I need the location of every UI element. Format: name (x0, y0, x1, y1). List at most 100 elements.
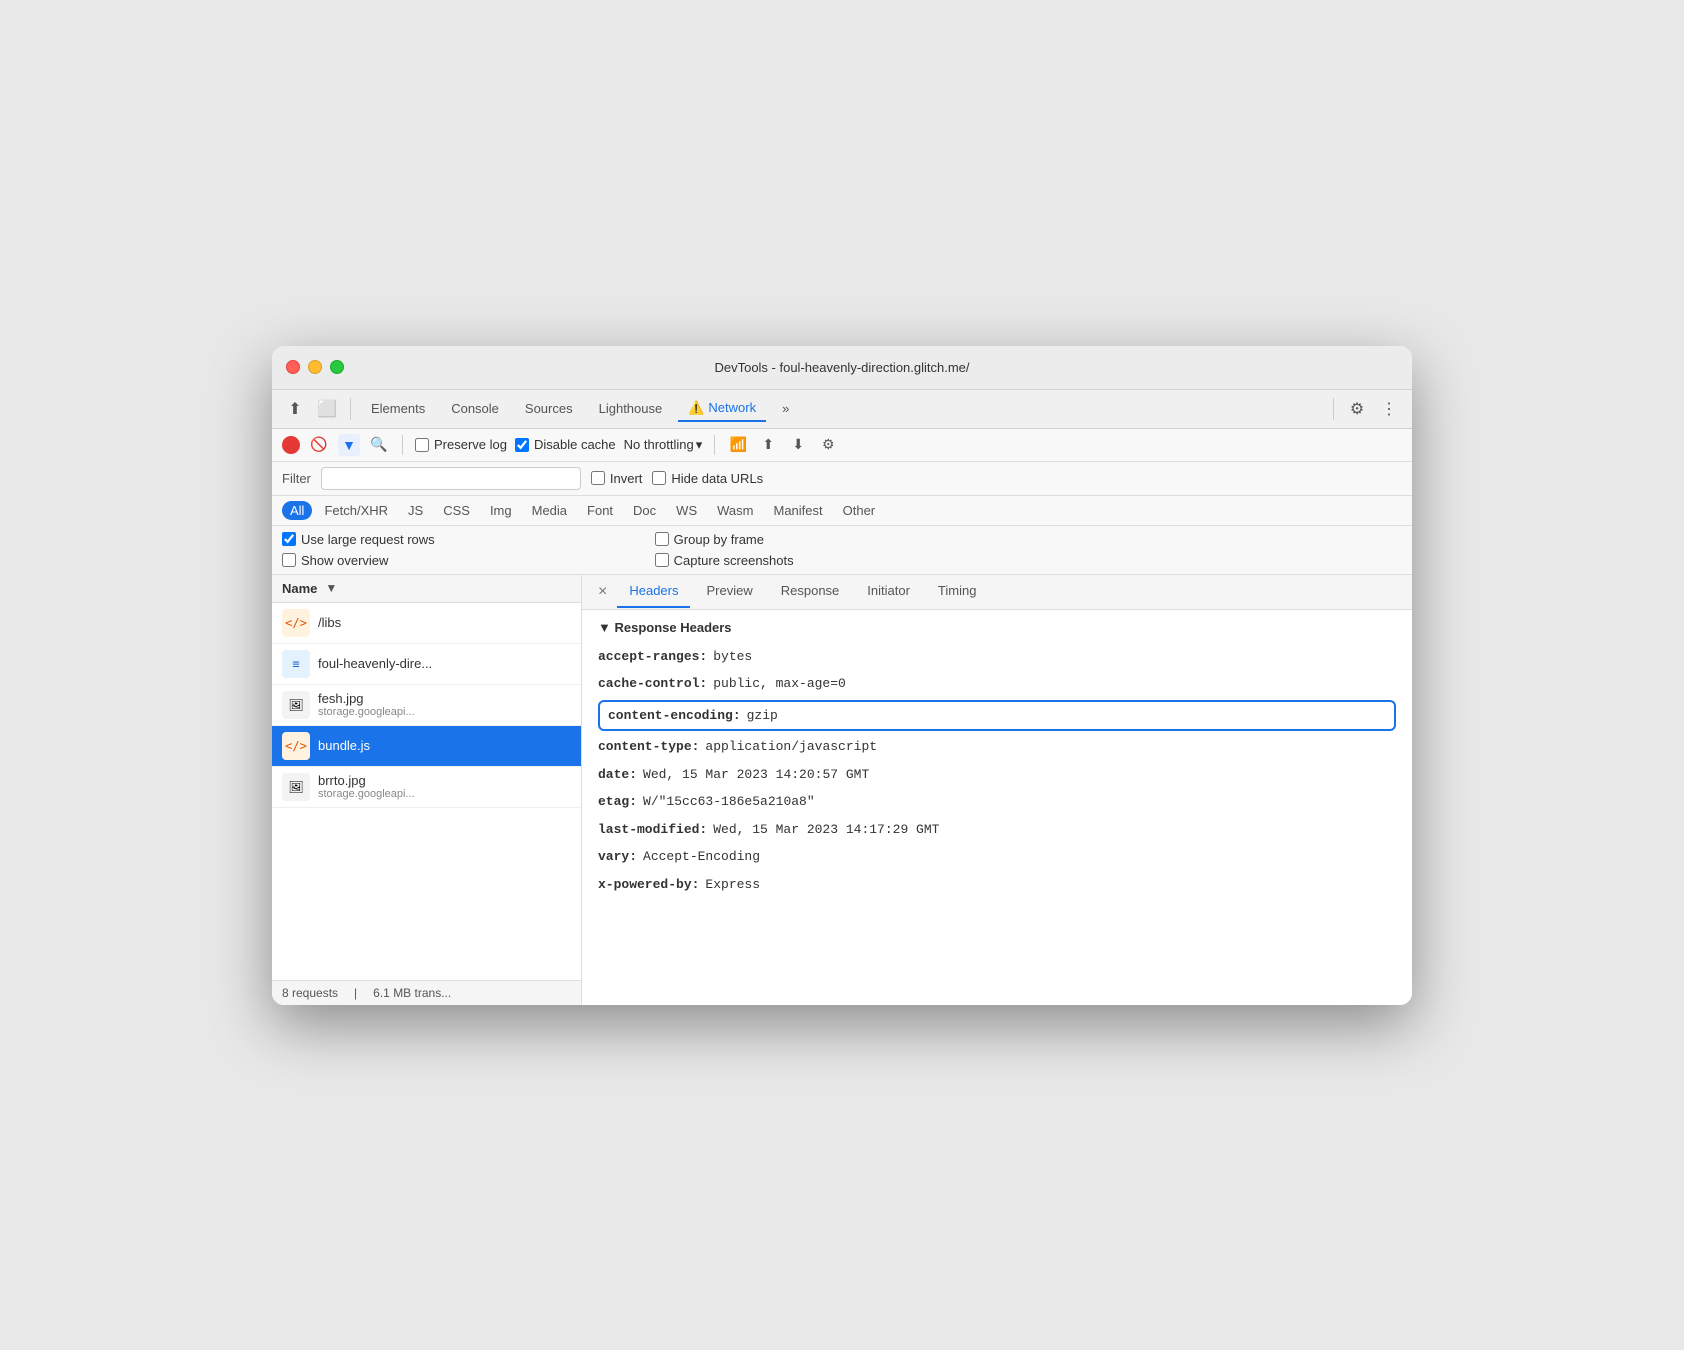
filter-input-row: Filter Invert Hide data URLs (272, 462, 1412, 496)
window-title: DevTools - foul-heavenly-direction.glitc… (714, 360, 969, 375)
type-btn-doc[interactable]: Doc (625, 501, 664, 520)
tab-elements[interactable]: Elements (361, 397, 435, 420)
header-row-5: etag: W/"15cc63-186e5a210a8" (598, 788, 1396, 816)
upload-icon[interactable]: ⬆ (757, 434, 779, 456)
detail-tab-timing[interactable]: Timing (926, 575, 989, 608)
hide-data-urls-label[interactable]: Hide data URLs (652, 471, 763, 486)
header-key-4: date: (598, 765, 637, 785)
file-info-foul-heavenly: foul-heavenly-dire... (318, 656, 571, 671)
header-val-3: application/javascript (705, 737, 877, 757)
group-by-frame-checkbox[interactable] (655, 532, 669, 546)
type-btn-ws[interactable]: WS (668, 501, 705, 520)
type-btn-fetch_xhr[interactable]: Fetch/XHR (316, 501, 396, 520)
tab-more[interactable]: » (772, 397, 799, 420)
record-button[interactable] (282, 436, 300, 454)
download-icon[interactable]: ⬇ (787, 434, 809, 456)
type-btn-font[interactable]: Font (579, 501, 621, 520)
options-right: Group by frame Capture screenshots (655, 532, 794, 568)
sort-arrow-icon: ▼ (325, 581, 337, 595)
preserve-log-checkbox[interactable] (415, 438, 429, 452)
header-val-6: Wed, 15 Mar 2023 14:17:29 GMT (713, 820, 939, 840)
tab-lighthouse[interactable]: Lighthouse (589, 397, 673, 420)
file-item-fesh-jpg[interactable]: 🖼 fesh.jpg storage.googleapi... (272, 685, 581, 726)
headers-content: ▼ Response Headers accept-ranges: bytesc… (582, 610, 1412, 1005)
file-items: </> /libs ≡ foul-heavenly-dire... 🖼 fesh… (272, 603, 581, 980)
type-btn-other[interactable]: Other (835, 501, 884, 520)
device-icon[interactable]: ⬜ (314, 396, 340, 422)
more-options-icon[interactable]: ⋮ (1376, 396, 1402, 422)
file-icon-bundle-js: </> (282, 732, 310, 760)
filter-icon[interactable]: ▼ (338, 434, 360, 456)
search-icon[interactable]: 🔍 (368, 434, 390, 456)
request-count: 8 requests (282, 986, 338, 1000)
header-row-1: cache-control: public, max-age=0 (598, 670, 1396, 698)
file-item-bundle-js[interactable]: </> bundle.js (272, 726, 581, 767)
use-large-rows-label[interactable]: Use large request rows (282, 532, 435, 547)
tab-network[interactable]: ⚠️ Network (678, 396, 766, 422)
type-btn-manifest[interactable]: Manifest (765, 501, 830, 520)
file-name-foul-heavenly: foul-heavenly-dire... (318, 656, 571, 671)
header-row-3: content-type: application/javascript (598, 733, 1396, 761)
preserve-log-label[interactable]: Preserve log (415, 437, 507, 452)
header-key-1: cache-control: (598, 674, 707, 694)
header-val-5: W/"15cc63-186e5a210a8" (643, 792, 815, 812)
detail-tab-initiator[interactable]: Initiator (855, 575, 922, 608)
header-key-5: etag: (598, 792, 637, 812)
capture-screenshots-checkbox[interactable] (655, 553, 669, 567)
status-bar: 8 requests | 6.1 MB trans... (272, 980, 581, 1005)
file-list-header: Name ▼ (272, 575, 581, 603)
warning-icon: ⚠️ (688, 400, 704, 416)
response-headers-title: ▼ Response Headers (598, 620, 1396, 635)
show-overview-label[interactable]: Show overview (282, 553, 435, 568)
tab-sources[interactable]: Sources (515, 397, 583, 420)
disable-cache-label[interactable]: Disable cache (515, 437, 616, 452)
filter-input[interactable] (321, 467, 581, 490)
invert-checkbox[interactable] (591, 471, 605, 485)
disable-cache-checkbox[interactable] (515, 438, 529, 452)
header-key-0: accept-ranges: (598, 647, 707, 667)
type-btn-img[interactable]: Img (482, 501, 520, 520)
group-by-frame-label[interactable]: Group by frame (655, 532, 794, 547)
minimize-button[interactable] (308, 360, 322, 374)
throttle-button[interactable]: No throttling ▾ (624, 437, 703, 453)
header-key-6: last-modified: (598, 820, 707, 840)
settings-icon[interactable]: ⚙ (1344, 396, 1370, 422)
detail-tab-preview[interactable]: Preview (694, 575, 764, 608)
type-filter-row: AllFetch/XHRJSCSSImgMediaFontDocWSWasmMa… (272, 496, 1412, 526)
header-val-0: bytes (713, 647, 752, 667)
header-row-2: content-encoding: gzip (598, 700, 1396, 732)
details-pane: × HeadersPreviewResponseInitiatorTiming … (582, 575, 1412, 1005)
clear-icon[interactable]: 🚫 (308, 434, 330, 456)
network-filter-bar: 🚫 ▼ 🔍 Preserve log Disable cache No thro… (272, 429, 1412, 462)
wifi-icon[interactable]: 📶 (727, 434, 749, 456)
close-button[interactable] (286, 360, 300, 374)
settings-network-icon[interactable]: ⚙ (817, 434, 839, 456)
capture-screenshots-label[interactable]: Capture screenshots (655, 553, 794, 568)
type-btn-wasm[interactable]: Wasm (709, 501, 761, 520)
details-tabs: × HeadersPreviewResponseInitiatorTiming (582, 575, 1412, 610)
main-content: Name ▼ </> /libs ≡ foul-heavenly-dire...… (272, 575, 1412, 1005)
file-item-libs[interactable]: </> /libs (272, 603, 581, 644)
options-left: Use large request rows Show overview (282, 532, 435, 568)
devtools-window: DevTools - foul-heavenly-direction.glitc… (272, 346, 1412, 1005)
hide-data-urls-checkbox[interactable] (652, 471, 666, 485)
type-btn-css[interactable]: CSS (435, 501, 478, 520)
file-item-brrto-jpg[interactable]: 🖼 brrto.jpg storage.googleapi... (272, 767, 581, 808)
toolbar-divider-2 (1333, 398, 1334, 420)
file-item-foul-heavenly[interactable]: ≡ foul-heavenly-dire... (272, 644, 581, 685)
tab-console[interactable]: Console (441, 397, 509, 420)
header-val-8: Express (705, 875, 760, 895)
detail-tab-headers[interactable]: Headers (617, 575, 690, 608)
pointer-icon[interactable]: ⬆ (282, 396, 308, 422)
show-overview-checkbox[interactable] (282, 553, 296, 567)
type-btn-all[interactable]: All (282, 501, 312, 520)
header-val-1: public, max-age=0 (713, 674, 846, 694)
invert-label[interactable]: Invert (591, 471, 643, 486)
type-btn-media[interactable]: Media (524, 501, 575, 520)
file-sub-fesh-jpg: storage.googleapi... (318, 706, 571, 718)
maximize-button[interactable] (330, 360, 344, 374)
detail-tab-response[interactable]: Response (769, 575, 852, 608)
use-large-rows-checkbox[interactable] (282, 532, 296, 546)
close-details-button[interactable]: × (592, 575, 613, 609)
type-btn-js[interactable]: JS (400, 501, 431, 520)
